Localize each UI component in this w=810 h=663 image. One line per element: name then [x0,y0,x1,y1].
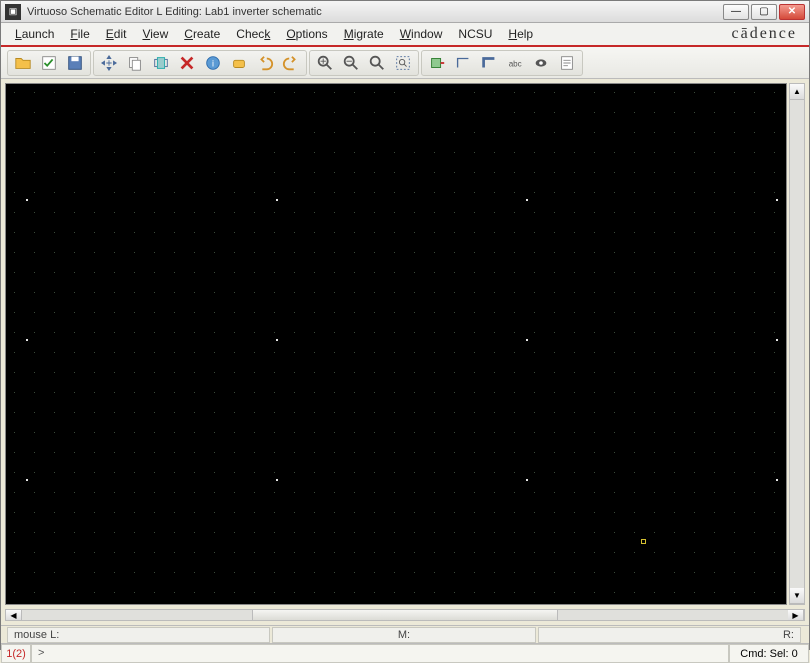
redo-icon [282,54,300,72]
selection-count: Cmd: Sel: 0 [729,644,809,663]
stretch-icon [152,54,170,72]
status-mouse-m: M: [272,627,535,643]
menu-options[interactable]: Options [278,25,335,43]
toolbar-group: abc [421,50,583,76]
open-icon [14,54,32,72]
hscroll-thumb[interactable] [252,610,558,620]
undo-icon [256,54,274,72]
zoom-area-button[interactable] [391,52,415,74]
svg-text:i: i [212,58,214,68]
check-save-button[interactable] [37,52,61,74]
note-icon [558,54,576,72]
wire-wide-icon [480,54,498,72]
menu-launch[interactable]: Launch [7,25,62,43]
zoom-out-icon [342,54,360,72]
cursor-marker [641,539,646,544]
undo-button[interactable] [253,52,277,74]
open-button[interactable] [11,52,35,74]
zoom-fit-icon [368,54,386,72]
menu-ncsu[interactable]: NCSU [450,25,500,43]
horizontal-scrollbar[interactable]: ◀ ▶ [5,609,805,621]
command-bar: 1(2) > Cmd: Sel: 0 [1,643,809,663]
wire-wide-button[interactable] [477,52,501,74]
menu-check[interactable]: Check [228,25,278,43]
instance-button[interactable] [425,52,449,74]
zoom-area-icon [394,54,412,72]
wire-narrow-icon [454,54,472,72]
close-button[interactable]: ✕ [779,4,805,20]
save-button[interactable] [63,52,87,74]
scroll-down-icon[interactable]: ▼ [790,588,804,604]
property-button[interactable]: i [201,52,225,74]
window-title: Virtuoso Schematic Editor L Editing: Lab… [27,6,723,18]
menu-create[interactable]: Create [176,25,228,43]
move-icon [100,54,118,72]
zoom-in-button[interactable] [313,52,337,74]
command-input[interactable]: > [31,644,729,663]
app-icon: ▣ [5,4,21,20]
hscroll-area: ◀ ▶ [1,609,809,625]
toolbar-group [309,50,419,76]
label-button[interactable]: abc [503,52,527,74]
toolbar-group [7,50,91,76]
stretch-button[interactable] [149,52,173,74]
menu-window[interactable]: Window [392,25,451,43]
save-icon [66,54,84,72]
vertical-scrollbar[interactable]: ▲ ▼ [789,83,805,605]
hscroll-track[interactable] [22,610,788,620]
minimize-button[interactable]: — [723,4,749,20]
redo-button[interactable] [279,52,303,74]
copy-icon [126,54,144,72]
pin-button[interactable] [529,52,553,74]
statusbar: mouse L: M: R: [1,625,809,643]
scroll-up-icon[interactable]: ▲ [790,84,804,100]
menu-migrate[interactable]: Migrate [336,25,392,43]
brand-logo: cādence [731,25,803,43]
svg-text:abc: abc [509,59,522,68]
maximize-button[interactable]: ▢ [751,4,777,20]
line-number: 1(2) [1,644,31,663]
scroll-left-icon[interactable]: ◀ [6,610,22,620]
check-save-icon [40,54,58,72]
scroll-right-icon[interactable]: ▶ [788,610,804,620]
property-icon: i [204,54,222,72]
note-button[interactable] [555,52,579,74]
menu-view[interactable]: View [134,25,176,43]
schematic-canvas[interactable] [5,83,787,605]
window-controls: — ▢ ✕ [723,4,805,20]
zoom-fit-button[interactable] [365,52,389,74]
vscroll-track[interactable] [790,100,804,588]
status-mouse-r: R: [538,627,801,643]
rotate-icon [230,54,248,72]
move-button[interactable] [97,52,121,74]
toolbar-group: i [93,50,307,76]
instance-icon [428,54,446,72]
rotate-button[interactable] [227,52,251,74]
copy-button[interactable] [123,52,147,74]
menubar: LaunchFileEditViewCreateCheckOptionsMigr… [1,23,809,47]
canvas-area: ▲ ▼ [1,79,809,609]
menu-help[interactable]: Help [500,25,541,43]
wire-narrow-button[interactable] [451,52,475,74]
label-icon: abc [506,54,524,72]
menu-edit[interactable]: Edit [98,25,135,43]
zoom-in-icon [316,54,334,72]
menu-file[interactable]: File [62,25,97,43]
titlebar: ▣ Virtuoso Schematic Editor L Editing: L… [1,1,809,23]
delete-button[interactable] [175,52,199,74]
toolbar: i abc [1,47,809,79]
pin-icon [532,54,550,72]
delete-icon [178,54,196,72]
zoom-out-button[interactable] [339,52,363,74]
status-mouse-l: mouse L: [7,627,270,643]
